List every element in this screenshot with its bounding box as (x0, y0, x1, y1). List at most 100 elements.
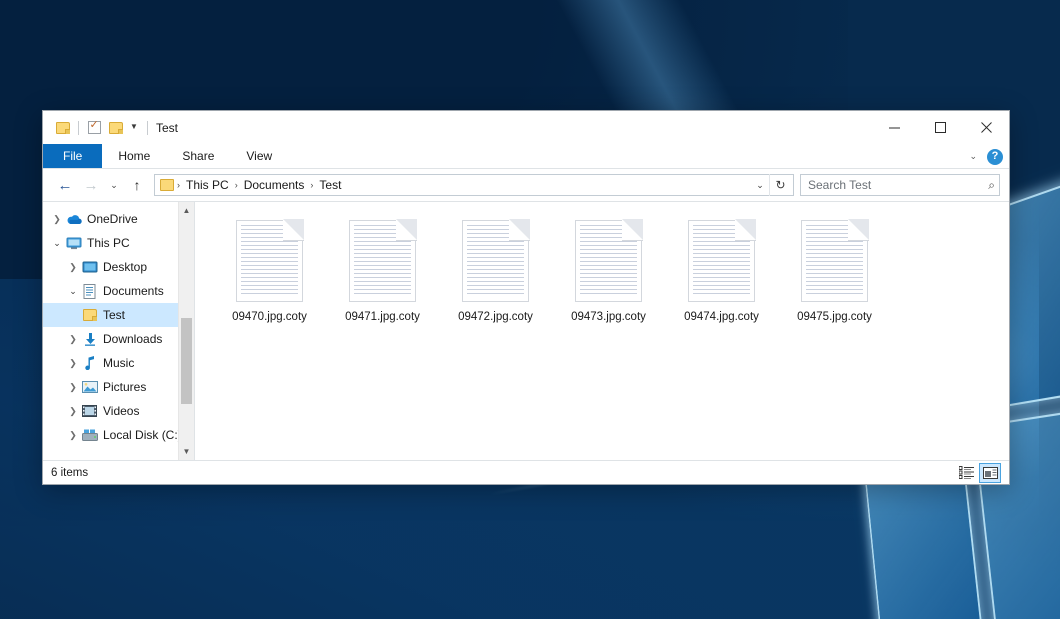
large-icons-view-button[interactable] (979, 463, 1001, 483)
minimize-button[interactable] (871, 111, 917, 144)
search-input[interactable] (808, 178, 988, 192)
tab-view[interactable]: View (230, 144, 288, 168)
file-list-pane[interactable]: 09470.jpg.coty 09471.jpg.coty (195, 202, 1009, 460)
breadcrumb-test[interactable]: Test (316, 175, 344, 195)
search-icon[interactable]: ⌕ (988, 178, 995, 193)
sidebar-item-label: Test (103, 308, 125, 322)
explorer-body: ❯ OneDrive ⌄ This PC ❯ (43, 201, 1009, 460)
sidebar-item-label: Videos (103, 404, 139, 418)
chevron-down-icon[interactable]: ⌄ (751, 180, 769, 191)
sidebar-item-pictures[interactable]: ❯ Pictures (43, 375, 194, 399)
file-name-label: 09471.jpg.coty (345, 311, 420, 324)
chevron-right-icon[interactable]: ❯ (65, 358, 81, 369)
search-box[interactable]: ⌕ (800, 174, 1000, 196)
generic-document-icon (688, 220, 755, 302)
generic-document-icon (462, 220, 529, 302)
generic-document-icon (575, 220, 642, 302)
sidebar-item-music[interactable]: ❯ Music (43, 351, 194, 375)
sidebar-item-label: This PC (87, 236, 130, 250)
documents-icon (81, 284, 98, 299)
file-item[interactable]: 09475.jpg.coty (778, 216, 891, 324)
chevron-right-icon[interactable]: ❯ (65, 262, 81, 273)
file-explorer-window: Test File Home Share View ⌄ ? (42, 110, 1010, 485)
forward-button[interactable]: → (78, 173, 104, 197)
sidebar-item-label: Desktop (103, 260, 147, 274)
chevron-down-icon[interactable] (127, 116, 141, 138)
help-icon[interactable]: ? (987, 149, 1003, 165)
sidebar-item-test[interactable]: Test (43, 303, 194, 327)
scroll-up-icon[interactable]: ▲ (179, 202, 194, 219)
ribbon-tab-bar: File Home Share View ⌄ ? (43, 144, 1009, 169)
quick-access-toolbar (43, 117, 141, 139)
generic-document-icon (349, 220, 416, 302)
file-name-label: 09473.jpg.coty (571, 311, 646, 324)
generic-document-icon (236, 220, 303, 302)
breadcrumb-separator: › (174, 180, 183, 190)
chevron-right-icon[interactable]: ❯ (65, 430, 81, 441)
up-button[interactable]: ↑ (124, 173, 150, 197)
sidebar-item-this-pc[interactable]: ⌄ This PC (43, 231, 194, 255)
tab-share[interactable]: Share (166, 144, 230, 168)
tab-file[interactable]: File (43, 144, 102, 168)
chevron-right-icon[interactable]: ❯ (65, 406, 81, 417)
folder-icon[interactable] (52, 117, 74, 139)
scrollbar-thumb[interactable] (181, 318, 192, 404)
refresh-icon[interactable]: ↻ (769, 174, 791, 196)
file-name-label: 09470.jpg.coty (232, 311, 307, 324)
close-button[interactable] (963, 111, 1009, 144)
file-grid: 09470.jpg.coty 09471.jpg.coty (213, 216, 1009, 324)
address-bar[interactable]: › This PC › Documents › Test ⌄ ↻ (154, 174, 794, 196)
new-folder-icon[interactable] (105, 117, 127, 139)
sidebar-item-documents[interactable]: ⌄ Documents (43, 279, 194, 303)
sidebar-item-label: Local Disk (C:) (103, 428, 182, 442)
properties-icon[interactable] (83, 117, 105, 139)
status-bar: 6 items (43, 460, 1009, 484)
recent-locations-button[interactable]: ⌄ (104, 173, 124, 197)
details-view-button[interactable] (955, 463, 977, 483)
sidebar-item-onedrive[interactable]: ❯ OneDrive (43, 207, 194, 231)
scrollbar-track[interactable] (179, 219, 194, 443)
toolbar-divider (78, 121, 79, 135)
file-name-label: 09474.jpg.coty (684, 311, 759, 324)
file-item[interactable]: 09474.jpg.coty (665, 216, 778, 324)
file-item[interactable]: 09472.jpg.coty (439, 216, 552, 324)
scroll-down-icon[interactable]: ▼ (179, 443, 194, 460)
chevron-right-icon[interactable]: ❯ (65, 334, 81, 345)
chevron-right-icon[interactable]: ❯ (49, 214, 65, 225)
generic-document-icon (801, 220, 868, 302)
breadcrumb-this-pc[interactable]: This PC (183, 175, 232, 195)
window-controls (871, 111, 1009, 144)
sidebar-item-label: OneDrive (87, 212, 138, 226)
file-name-label: 09472.jpg.coty (458, 311, 533, 324)
breadcrumb-documents[interactable]: Documents (241, 175, 308, 195)
breadcrumb-separator: › (232, 180, 241, 190)
maximize-button[interactable] (917, 111, 963, 144)
file-item[interactable]: 09473.jpg.coty (552, 216, 665, 324)
desktop-wallpaper: Test File Home Share View ⌄ ? (0, 0, 1060, 619)
sidebar-item-videos[interactable]: ❯ Videos (43, 399, 194, 423)
videos-icon (81, 405, 98, 417)
tab-home[interactable]: Home (102, 144, 166, 168)
sidebar-item-desktop[interactable]: ❯ Desktop (43, 255, 194, 279)
sidebar-item-label: Documents (103, 284, 164, 298)
folder-icon (160, 179, 174, 191)
chevron-down-icon[interactable]: ⌄ (65, 286, 81, 297)
file-item[interactable]: 09470.jpg.coty (213, 216, 326, 324)
onedrive-icon (65, 214, 82, 225)
sidebar-item-downloads[interactable]: ❯ Downloads (43, 327, 194, 351)
sidebar-scrollbar[interactable]: ▲ ▼ (178, 202, 194, 460)
file-item[interactable]: 09471.jpg.coty (326, 216, 439, 324)
sidebar-item-local-disk-c[interactable]: ❯ Local Disk (C:) (43, 423, 194, 447)
downloads-icon (81, 332, 98, 346)
ribbon-actions: ⌄ ? (969, 144, 1003, 169)
window-title: Test (147, 121, 178, 135)
chevron-down-icon[interactable]: ⌄ (49, 238, 65, 249)
chevron-down-icon[interactable]: ⌄ (969, 151, 977, 162)
pictures-icon (81, 381, 98, 393)
sidebar-item-label: Pictures (103, 380, 146, 394)
item-count-label: 6 items (51, 467, 88, 479)
folder-icon (81, 309, 98, 321)
music-icon (81, 356, 98, 370)
back-button[interactable]: ← (52, 173, 78, 197)
chevron-right-icon[interactable]: ❯ (65, 382, 81, 393)
